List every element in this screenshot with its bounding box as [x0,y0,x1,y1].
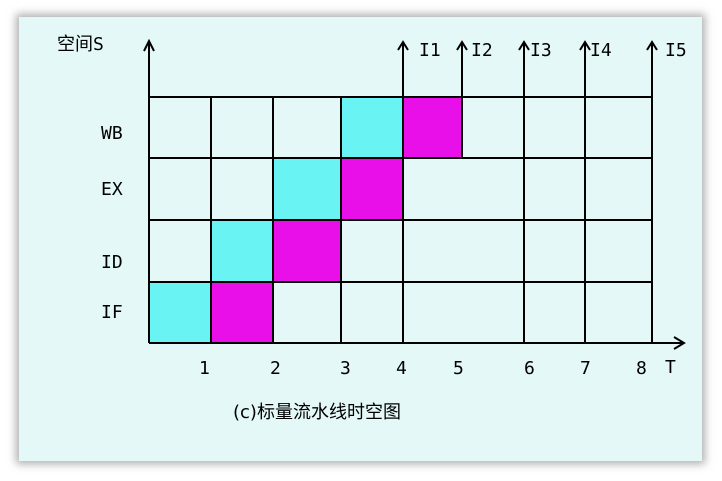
figure-caption: (c)标量流水线时空图 [233,402,401,423]
x-axis-label: T [665,357,676,378]
time-label-7: 7 [580,358,591,379]
time-label-6: 6 [524,358,535,379]
instruction-arrows [397,40,658,343]
stage-label-ex: EX [101,179,123,200]
time-label-4: 4 [396,358,407,379]
time-label-8: 8 [636,358,647,379]
y-axis-label: 空间S [57,34,104,55]
instruction-label-i2: I2 [471,40,493,61]
instruction-label-i3: I3 [530,40,552,61]
time-label-3: 3 [340,358,351,379]
time-label-2: 2 [270,358,281,379]
cell-wb-4 [341,97,403,158]
stage-label-id: ID [101,252,123,273]
cell-ex-3 [273,158,341,220]
stage-label-if: IF [101,302,123,323]
cell-id-3 [273,220,341,282]
instruction-label-i1: I1 [419,40,441,61]
time-label-1: 1 [199,358,210,379]
instruction-label-i4: I4 [590,40,612,61]
space-time-diagram: 空间S T I1 I2 I3 I4 I5 WB EX ID IF 1 2 3 4… [57,34,687,423]
cell-if-2 [211,282,273,343]
cell-ex-4 [341,158,403,220]
cell-wb-5 [403,97,462,158]
cell-id-2 [211,220,273,282]
instruction-label-i5: I5 [665,40,687,61]
stage-label-wb: WB [101,123,123,144]
cell-if-1 [149,282,211,343]
time-label-5: 5 [453,358,464,379]
